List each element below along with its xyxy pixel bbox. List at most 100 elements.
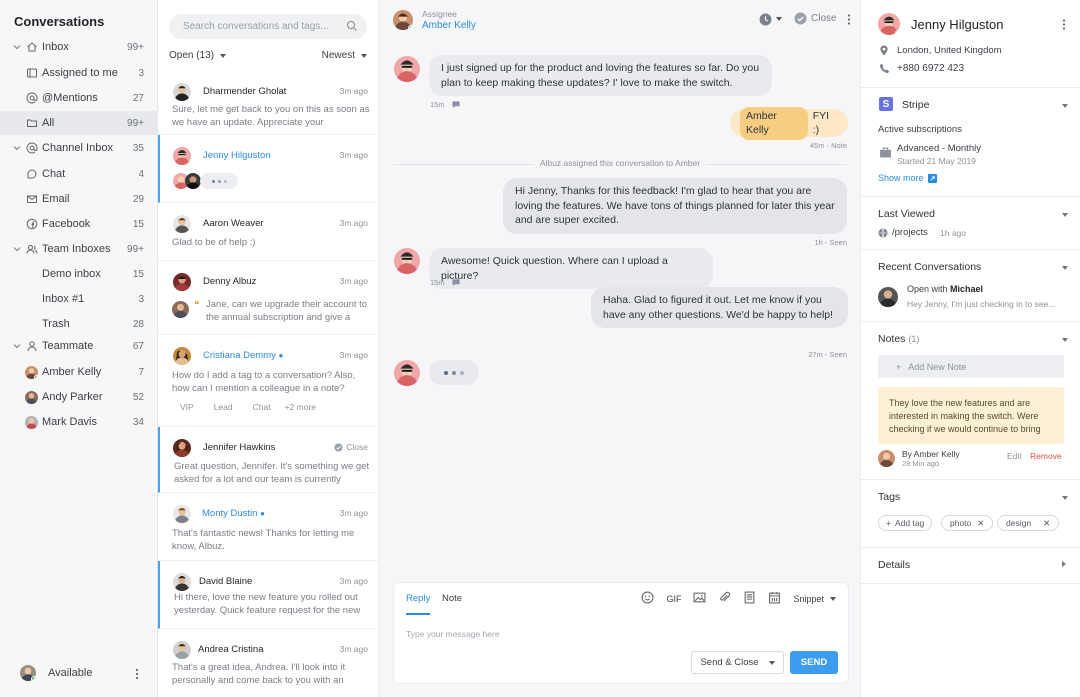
sidebar-item-amber-kelly[interactable]: Amber Kelly 7 (0, 360, 157, 384)
sidebar-item-inbox-1[interactable]: Inbox #1 3 (0, 287, 157, 311)
filter-status-dropdown[interactable]: Open (13) (169, 50, 227, 61)
calendar-icon[interactable] (768, 591, 781, 606)
conversation-name: Monty Dustin ● (202, 508, 265, 519)
message-bubble: Haha. Glad to figured it out. Let me kno… (591, 287, 848, 328)
notes-title: Notes (1) (878, 333, 920, 345)
sidebar-item-count: 52 (132, 391, 144, 403)
sidebar: Conversations Inbox 99+ Assigned to me 3… (0, 0, 158, 697)
send-close-button[interactable]: Send & Close (691, 651, 784, 674)
clock-icon[interactable] (759, 13, 772, 26)
recent-open-with[interactable]: Open with Michael (907, 284, 983, 294)
message-input[interactable]: Type your message here (406, 629, 500, 639)
close-icon[interactable]: ✕ (1043, 518, 1050, 529)
caret-down-icon[interactable] (776, 17, 782, 21)
chevron-right-icon[interactable] (1062, 561, 1066, 567)
avatar (173, 273, 191, 291)
sidebar-item-channel-inbox[interactable]: Channel Inbox 35 (0, 136, 157, 160)
comment-icon (451, 101, 460, 109)
sidebar-item-facebook[interactable]: Facebook 15 (0, 212, 157, 236)
sidebar-item-demo-inbox[interactable]: Demo inbox 15 (0, 262, 157, 286)
image-icon[interactable] (693, 591, 706, 606)
show-more-link[interactable]: Show more (878, 173, 937, 183)
more-vertical-icon[interactable] (1061, 18, 1067, 31)
sidebar-item-mentions[interactable]: @Mentions 27 (0, 86, 157, 110)
conversation-item[interactable]: Jennifer Hawkins Close Great question, J… (158, 427, 378, 493)
sidebar-item-inbox[interactable]: Inbox 99+ (0, 35, 157, 59)
sidebar-item-trash[interactable]: Trash 28 (0, 312, 157, 336)
sidebar-item-andy-parker[interactable]: Andy Parker 52 (0, 385, 157, 409)
last-viewed-path[interactable]: /projects (892, 227, 928, 238)
status-selector[interactable]: Available (20, 665, 92, 681)
sidebar-item-count: 28 (132, 318, 144, 330)
tab-note[interactable]: Note (442, 593, 462, 604)
note-author: By Amber Kelly (902, 449, 960, 459)
emoji-icon[interactable] (641, 591, 654, 606)
sidebar-item-all[interactable]: All 99+ (0, 111, 157, 135)
remove-note-button[interactable]: Remove (1030, 451, 1062, 461)
conversation-item[interactable]: Aaron Weaver 3m ago Glad to be of help :… (158, 203, 378, 261)
tag[interactable]: VIP (180, 402, 194, 412)
close-icon[interactable]: ✕ (977, 518, 984, 529)
chevron-down-icon[interactable] (1062, 496, 1068, 500)
snippet-dropdown[interactable]: Snippet (793, 594, 836, 604)
paperclip-icon[interactable] (718, 591, 731, 606)
gif-button[interactable]: GIF (666, 594, 681, 604)
add-tag-button[interactable]: + Add tag (878, 515, 933, 531)
conversation-item-active[interactable]: Jenny Hilguston 3m ago (158, 135, 378, 203)
sidebar-item-team-inboxes[interactable]: Team Inboxes 99+ (0, 237, 157, 261)
caret-down-icon (768, 660, 775, 665)
conversation-item[interactable]: David Blaine 3m ago Hi there, love the n… (158, 561, 378, 629)
chevron-down-icon[interactable] (12, 341, 22, 351)
conversation-item[interactable]: Monty Dustin ● 3m ago That's fantastic n… (158, 493, 378, 561)
tab-reply[interactable]: Reply (406, 593, 431, 615)
chevron-down-icon[interactable] (12, 42, 22, 52)
sidebar-item-teammate[interactable]: Teammate 67 (0, 334, 157, 358)
chevron-down-icon[interactable] (1062, 104, 1068, 108)
edit-note-button[interactable]: Edit (1007, 451, 1022, 461)
sidebar-item-label: Chat (42, 168, 66, 180)
conversation-item[interactable]: Andrea Cristina 3m ago That's a great id… (158, 629, 378, 697)
conversation-item[interactable]: Dharmender Gholat 3m ago Sure, let me ge… (158, 71, 378, 135)
avatar (173, 347, 191, 365)
chevron-down-icon[interactable] (12, 244, 22, 254)
sidebar-item-chat[interactable]: Chat 4 (0, 162, 157, 186)
sidebar-item-label: Demo inbox (42, 268, 101, 280)
contact-phone[interactable]: +880 6972 423 (897, 63, 964, 74)
sidebar-item-label: Channel Inbox (42, 142, 113, 154)
recent-conversations-section: Recent Conversations Open with Michael H… (861, 250, 1080, 322)
assignee-avatar[interactable] (393, 10, 413, 30)
message-meta: 15m (430, 278, 461, 287)
document-icon[interactable] (743, 591, 756, 606)
sort-dropdown[interactable]: Newest (322, 50, 367, 61)
send-button[interactable]: SEND (790, 651, 838, 674)
assignee-name[interactable]: Amber Kelly (422, 20, 476, 31)
tag[interactable]: Lead (214, 402, 233, 412)
sidebar-item-assigned[interactable]: Assigned to me 3 (0, 61, 157, 85)
search-icon[interactable] (346, 20, 358, 32)
tag[interactable]: Chat (253, 402, 271, 412)
mention-tag[interactable]: Amber Kelly (740, 106, 808, 140)
search-input[interactable]: Search conversations and tags... (169, 14, 367, 39)
details-section[interactable]: Details (861, 548, 1080, 584)
message-bubble: I just signed up for the product and lov… (429, 55, 772, 96)
conversation-item[interactable]: Denny Albuz 3m ago ❝ Jane, can we upgrad… (158, 261, 378, 335)
sidebar-item-mark-davis[interactable]: Mark Davis 34 (0, 410, 157, 434)
conversation-preview: That's a great idea, Andrea. I'll look i… (172, 662, 346, 686)
close-conversation-button[interactable]: Close (794, 12, 837, 25)
chat-panel: Assignee Amber Kelly Close I just signed… (379, 0, 860, 697)
plus-icon: + (896, 361, 902, 372)
add-note-button[interactable]: + Add New Note (878, 355, 1064, 378)
more-vertical-icon[interactable] (846, 13, 852, 26)
sidebar-item-email[interactable]: Email 29 (0, 187, 157, 211)
more-vertical-icon[interactable] (134, 668, 140, 680)
chevron-down-icon[interactable] (1062, 213, 1068, 217)
chevron-down-icon[interactable] (1062, 338, 1068, 342)
chevron-down-icon[interactable] (12, 143, 22, 153)
sidebar-item-count: 27 (132, 92, 144, 104)
more-tags[interactable]: +2 more (285, 402, 316, 412)
chevron-down-icon[interactable] (1062, 266, 1068, 270)
conversation-item[interactable]: Cristiana Demmy ● 3m ago How do I add a … (158, 335, 378, 427)
avatar (394, 56, 420, 82)
conversation-name: Jenny Hilguston (203, 150, 271, 161)
last-viewed-time: 1h ago (940, 228, 966, 238)
